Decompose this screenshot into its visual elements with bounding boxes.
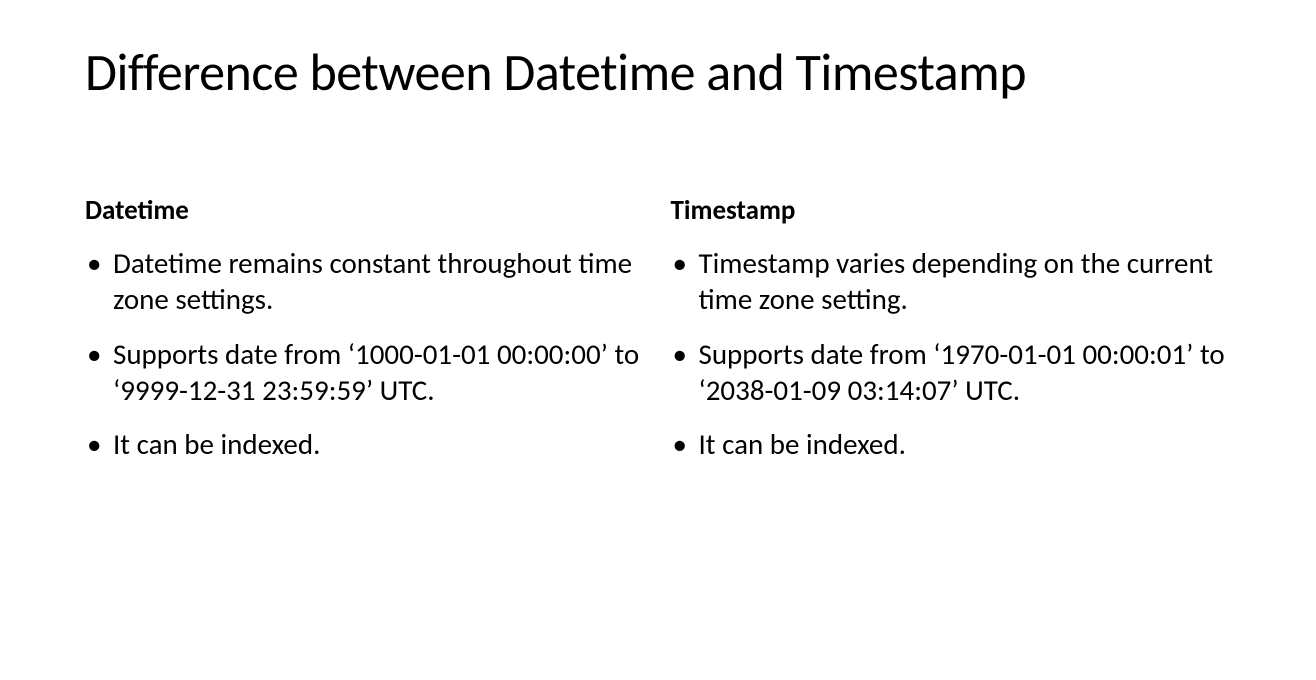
left-list: Datetime remains constant throughout tim… [85,245,646,462]
list-item: Supports date from ‘1970-01-01 00:00:01’… [671,336,1232,409]
list-item: It can be indexed. [671,426,1232,462]
columns-container: Datetime Datetime remains constant throu… [85,194,1231,480]
list-item: Supports date from ‘1000-01-01 00:00:00’… [85,336,646,409]
list-item: It can be indexed. [85,426,646,462]
list-item: Timestamp varies depending on the curren… [671,245,1232,318]
list-item: Datetime remains constant throughout tim… [85,245,646,318]
left-heading: Datetime [85,194,646,227]
right-list: Timestamp varies depending on the curren… [671,245,1232,462]
right-heading: Timestamp [671,194,1232,227]
right-column: Timestamp Timestamp varies depending on … [671,194,1232,480]
slide: Difference between Datetime and Timestam… [0,0,1316,680]
left-column: Datetime Datetime remains constant throu… [85,194,646,480]
slide-title: Difference between Datetime and Timestam… [85,40,1231,104]
